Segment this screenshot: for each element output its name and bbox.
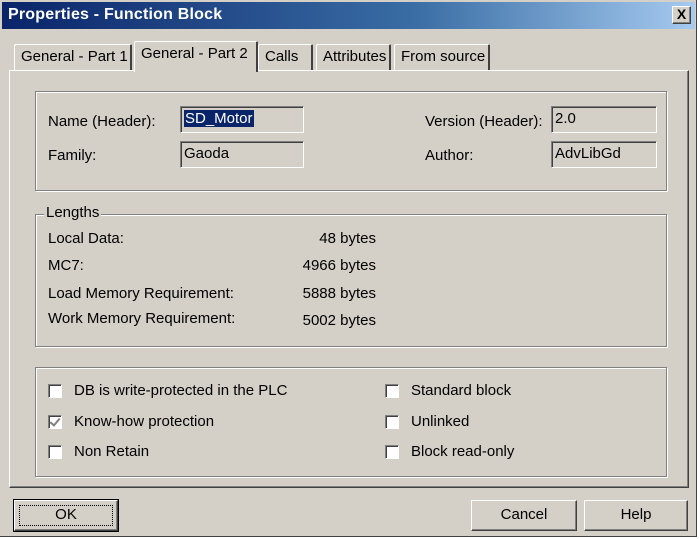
standard-block-checkbox[interactable]: Standard block [385,382,511,399]
family-label: Family: [48,147,97,164]
tab-label: Calls [265,48,299,65]
checkbox-label: DB is write-protected in the PLC [74,382,288,399]
close-icon: X [676,6,687,22]
checkbox-label: Unlinked [411,413,470,430]
checkbox-label: Non Retain [74,443,150,460]
mc7-label: MC7: [48,257,84,274]
mc7-value: 4966 bytes [302,257,376,274]
lengths-group-title: Lengths [44,204,102,221]
local-data-label: Local Data: [48,230,124,247]
checkbox-box[interactable] [385,444,399,459]
block-read-only-checkbox[interactable]: Block read-only [385,443,514,460]
tab-general-part-2[interactable]: General - Part 2 [134,41,258,72]
header-info-group: Name (Header): SD_Motor Family: Gaoda Ve… [35,91,667,191]
lengths-group: Lengths Local Data: 48 bytes MC7: 4966 b… [35,204,667,347]
properties-dialog: Properties - Function Block X General - … [0,0,697,537]
tab-attributes[interactable]: Attributes [316,44,391,71]
author-label: Author: [425,147,474,164]
name-label: Name (Header): [48,113,156,130]
checkbox-box[interactable] [48,444,62,459]
block-flags-group: DB is write-protected in the PLC Know-ho… [35,367,667,477]
name-value: SD_Motor [184,110,254,127]
tab-from-source[interactable]: From source [394,44,490,71]
family-value: Gaoda [184,145,230,162]
db-write-protected-checkbox[interactable]: DB is write-protected in the PLC [48,382,287,399]
tab-label: Attributes [323,48,387,65]
version-value: 2.0 [555,110,576,127]
tab-general-part-1[interactable]: General - Part 1 [14,44,132,71]
cancel-button-label: Cancel [500,506,548,523]
ok-button[interactable]: OK [13,499,119,532]
work-memory-value: 5002 bytes [302,312,376,329]
tab-calls[interactable]: Calls [258,44,313,71]
tab-label: General - Part 2 [141,45,248,62]
work-memory-label: Work Memory Requirement: [48,310,236,327]
title-bar[interactable]: Properties - Function Block X [2,2,695,29]
checkbox-box-checked[interactable] [48,414,62,429]
checkbox-box[interactable] [385,414,399,429]
tab-panel-general-part-2: Name (Header): SD_Motor Family: Gaoda Ve… [9,70,689,488]
checkbox-label: Standard block [411,382,512,399]
cancel-button[interactable]: Cancel [471,500,577,531]
version-label: Version (Header): [425,113,543,130]
author-value: AdvLibGd [555,145,621,162]
checkbox-label: Block read-only [411,443,515,460]
unlinked-checkbox[interactable]: Unlinked [385,413,469,430]
checkbox-label: Know-how protection [74,413,215,430]
non-retain-checkbox[interactable]: Non Retain [48,443,149,460]
tab-label: From source [401,48,486,65]
version-field[interactable]: 2.0 [551,106,657,133]
checkbox-box[interactable] [48,383,62,398]
help-button-label: Help [620,506,652,523]
window-title: Properties - Function Block [8,6,223,23]
focus-rect [19,505,113,526]
checkbox-box[interactable] [385,383,399,398]
close-button[interactable]: X [672,6,691,24]
load-memory-value: 5888 bytes [302,285,376,302]
name-field[interactable]: SD_Motor [180,106,304,133]
family-field[interactable]: Gaoda [180,141,304,168]
local-data-value: 48 bytes [319,230,376,247]
help-button[interactable]: Help [584,500,688,531]
load-memory-label: Load Memory Requirement: [48,285,234,302]
tab-label: General - Part 1 [21,48,128,65]
author-field[interactable]: AdvLibGd [551,141,657,168]
know-how-protection-checkbox[interactable]: Know-how protection [48,413,214,430]
